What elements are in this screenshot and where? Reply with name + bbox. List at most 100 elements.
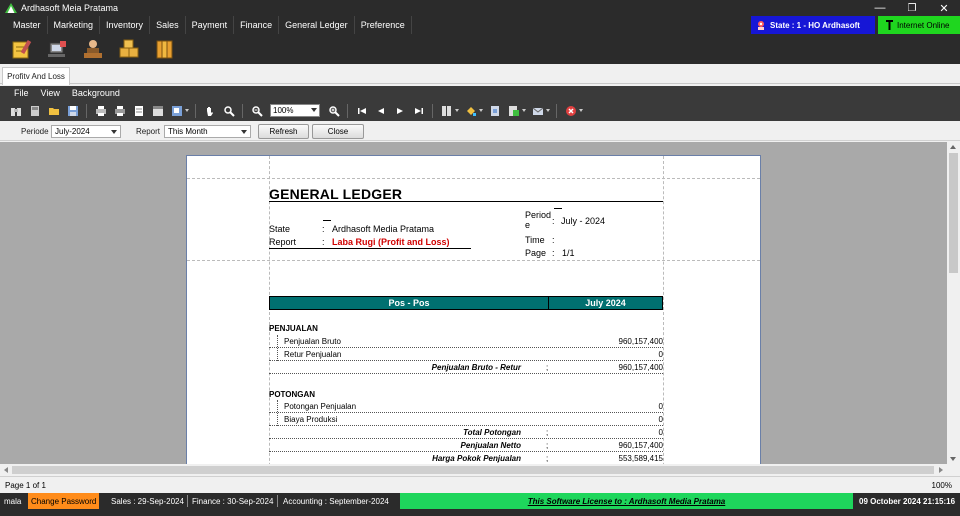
user-desk-icon[interactable]: [82, 38, 104, 60]
previous-page-icon[interactable]: [375, 105, 387, 117]
computer-icon[interactable]: [46, 38, 68, 60]
report-preview-area[interactable]: GENERAL LEDGER State : Ardhasoft Media P…: [0, 142, 947, 464]
state-badge[interactable]: State : 1 - HO Ardhasoft: [751, 16, 875, 34]
report-menu-view[interactable]: View: [35, 88, 66, 98]
menu-preference[interactable]: Preference: [355, 16, 412, 34]
total-separator: ;: [546, 363, 549, 372]
binoculars-icon[interactable]: [10, 105, 22, 117]
save-icon[interactable]: [67, 105, 79, 117]
menu-master[interactable]: Master: [0, 16, 48, 34]
total-value: 960,157,400: [618, 363, 664, 372]
scrollbar-thumb[interactable]: [949, 153, 958, 273]
row-name: Retur Penjualan: [284, 350, 342, 359]
open-folder-icon[interactable]: [48, 105, 60, 117]
email-icon[interactable]: [532, 105, 544, 117]
scroll-left-icon[interactable]: [4, 467, 8, 473]
chevron-down-icon: [311, 108, 317, 112]
current-user: mala: [4, 496, 22, 506]
taskbar-strip: [0, 509, 960, 516]
row-value: 0: [658, 402, 663, 411]
export-icon[interactable]: [508, 105, 520, 117]
quick-print-icon[interactable]: [114, 105, 126, 117]
chevron-down-icon[interactable]: [185, 109, 189, 112]
watermark-icon[interactable]: [489, 105, 501, 117]
signal-icon: [886, 20, 893, 30]
next-page-icon[interactable]: [394, 105, 406, 117]
chevron-down-icon[interactable]: [579, 109, 583, 112]
header-footer-icon[interactable]: [152, 105, 164, 117]
chevron-down-icon[interactable]: [455, 109, 459, 112]
report-menu-background[interactable]: Background: [66, 88, 126, 98]
notepad-icon[interactable]: [10, 38, 32, 60]
close-preview-icon[interactable]: [565, 105, 577, 117]
menu-finance[interactable]: Finance: [234, 16, 280, 34]
total-row: Penjualan Bruto - Retur ; 960,157,400: [269, 361, 663, 374]
toolbar-separator: [86, 103, 87, 118]
chevron-down-icon: [111, 130, 117, 134]
report-toolbar: 100%: [0, 100, 960, 121]
total-name: Total Potongan: [463, 428, 521, 437]
report-menu-file[interactable]: File: [0, 88, 35, 98]
status-separator: [187, 495, 188, 507]
total-value: 960,157,400: [618, 441, 664, 450]
book-icon[interactable]: [29, 105, 41, 117]
toolbar-separator: [347, 103, 348, 118]
scroll-up-icon[interactable]: [950, 145, 956, 149]
minimize-button[interactable]: —: [864, 0, 896, 16]
refresh-button[interactable]: Refresh: [258, 124, 309, 139]
periode-label: Periode: [21, 127, 49, 136]
license-banner: This Software License to : Ardhasoft Med…: [400, 493, 853, 509]
zoom-indicator: 100%: [931, 481, 952, 490]
table-row: Penjualan Bruto 960,157,400: [269, 335, 663, 348]
print-icon[interactable]: [95, 105, 107, 117]
change-password-button[interactable]: Change Password: [28, 493, 100, 509]
periode-info-separator: :: [552, 216, 555, 226]
boxes-icon[interactable]: [118, 38, 140, 60]
restore-button[interactable]: ❐: [896, 0, 928, 16]
scale-icon[interactable]: [171, 105, 183, 117]
multi-page-icon[interactable]: [441, 105, 453, 117]
report-info-underline: [269, 248, 471, 249]
zoom-in-icon[interactable]: [328, 105, 340, 117]
menu-payment[interactable]: Payment: [186, 16, 235, 34]
background-color-icon[interactable]: [465, 105, 477, 117]
scroll-down-icon[interactable]: [950, 457, 956, 461]
minimize-icon: —: [874, 2, 886, 14]
scrollbar-thumb[interactable]: [12, 466, 934, 474]
internet-status-label: Internet Online: [897, 20, 950, 30]
last-page-icon[interactable]: [413, 105, 425, 117]
page-setup-icon[interactable]: [133, 105, 145, 117]
menu-marketing[interactable]: Marketing: [48, 16, 101, 34]
horizontal-scrollbar[interactable]: [0, 464, 947, 476]
chevron-down-icon[interactable]: [546, 109, 550, 112]
chevron-down-icon[interactable]: [522, 109, 526, 112]
menu-general-ledger[interactable]: General Ledger: [279, 16, 355, 34]
close-button[interactable]: ✕: [928, 0, 960, 16]
total-value: 553,589,415: [618, 454, 664, 463]
total-separator: ;: [546, 454, 549, 463]
section-title: PENJUALAN: [269, 324, 318, 333]
zoom-out-icon[interactable]: [251, 105, 263, 117]
divider: [323, 220, 331, 221]
first-page-icon[interactable]: [356, 105, 368, 117]
menu-sales[interactable]: Sales: [150, 16, 186, 34]
close-button[interactable]: Close: [312, 124, 364, 139]
report-title: GENERAL LEDGER: [269, 186, 403, 202]
chevron-down-icon[interactable]: [479, 109, 483, 112]
magnifier-icon[interactable]: [223, 105, 235, 117]
total-row: Harga Pokok Penjualan ; 553,589,415: [269, 452, 663, 464]
row-name: Biaya Produksi: [284, 415, 338, 424]
menu-inventory[interactable]: Inventory: [100, 16, 151, 34]
report-type-separator: :: [322, 237, 325, 247]
tab-profit-and-loss[interactable]: Profitv And Loss: [2, 67, 70, 85]
vertical-scrollbar[interactable]: [947, 142, 960, 464]
hand-tool-icon[interactable]: [204, 105, 216, 117]
state-label: State: [269, 224, 291, 234]
report-type-select[interactable]: This Month: [164, 125, 251, 138]
zoom-select[interactable]: 100%: [270, 104, 320, 117]
scroll-right-icon[interactable]: [939, 467, 943, 473]
report-label: Report: [136, 127, 161, 136]
periode-select[interactable]: July-2024: [51, 125, 121, 138]
row-value: 0: [658, 415, 663, 424]
books-icon[interactable]: [154, 38, 176, 60]
